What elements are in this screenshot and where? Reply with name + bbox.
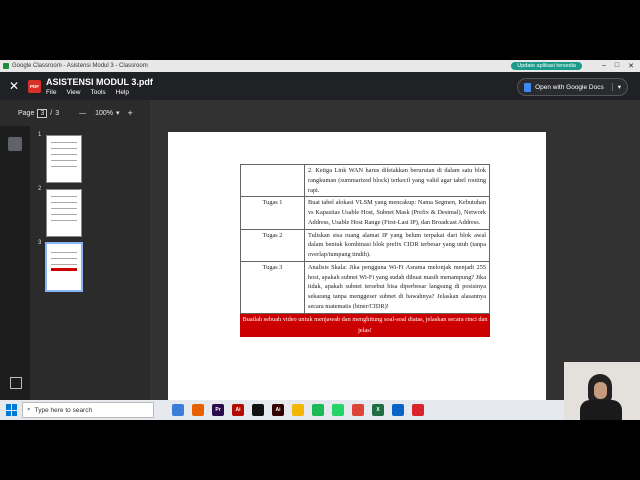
acrobat-icon[interactable]: Ai — [232, 404, 244, 416]
update-app-button[interactable]: Update aplikasi tersedia — [511, 62, 582, 70]
premiere-icon[interactable]: Pr — [212, 404, 224, 416]
search-icon: ⌕ — [27, 406, 31, 413]
thumbnail-number: 3 — [38, 240, 42, 246]
thumbnail-number: 2 — [38, 186, 42, 192]
zoom-out-button[interactable]: — — [79, 110, 86, 117]
task-text: Tuliskan sisa ruang alamat IP yang belum… — [304, 228, 490, 262]
open-with-docs-label: Open with Google Docs — [535, 83, 604, 91]
menu-tools[interactable]: Tools — [90, 89, 105, 96]
webcam-person-face — [594, 382, 607, 399]
pdf-badge-icon: PDF — [28, 79, 41, 93]
task-text: Buat tabel alokasi VLSM yang mencakup: N… — [304, 196, 490, 230]
task-table: 2. Ketiga Link WAN harus diletakkan beru… — [240, 163, 490, 314]
close-viewer-icon[interactable]: ✕ — [0, 79, 28, 93]
open-with-docs-button[interactable]: Open with Google Docs ▾ — [517, 78, 628, 96]
whatsapp-icon[interactable] — [332, 404, 344, 416]
page-thumbnail-1[interactable] — [46, 135, 82, 183]
task-label: Tugas 1 — [240, 196, 305, 230]
table-row: Tugas 3 Analisis Skala: Jika pengguna Wi… — [240, 260, 490, 314]
menu-view[interactable]: View — [66, 89, 80, 96]
page-total: 3 — [55, 109, 60, 117]
minimize-icon[interactable]: – — [602, 62, 606, 70]
viewer-menu: File View Tools Help — [46, 89, 153, 96]
page-label: Page — [18, 109, 35, 117]
menu-help[interactable]: Help — [116, 89, 129, 96]
illustrator-icon[interactable]: Ai — [272, 404, 284, 416]
classroom-rail-icon[interactable] — [8, 137, 22, 151]
task-text: Analisis Skala: Jika pengguna Wi-Fi Asra… — [304, 260, 490, 314]
files-icon[interactable] — [172, 404, 184, 416]
thumbnail-number: 1 — [38, 132, 42, 138]
table-row: Tugas 1 Buat tabel alokasi VLSM yang men… — [240, 196, 490, 230]
maximize-icon[interactable]: □ — [615, 62, 619, 70]
mail-icon[interactable] — [412, 404, 424, 416]
task-label — [240, 163, 305, 198]
browser-tab-title[interactable]: Google Classroom - Asistensi Modul 3 - C… — [12, 63, 511, 69]
pdf-page: 2. Ketiga Link WAN harus diletakkan beru… — [168, 132, 546, 400]
search-placeholder: Type here to search — [34, 406, 93, 414]
close-window-icon[interactable]: ✕ — [628, 62, 634, 70]
explorer-icon[interactable] — [292, 404, 304, 416]
letterbox-bottom — [0, 420, 640, 480]
firefox-icon[interactable] — [192, 404, 204, 416]
browser-title-bar: Google Classroom - Asistensi Modul 3 - C… — [0, 60, 640, 72]
left-rail — [0, 126, 30, 400]
chevron-down-icon[interactable]: ▾ — [611, 83, 621, 91]
task-label: Tugas 3 — [240, 260, 305, 314]
page-thumbnail-2[interactable] — [46, 189, 82, 237]
excel-icon[interactable]: X — [372, 404, 384, 416]
windows-taskbar: ⌕ Type here to search PrAiAiX ◔ ◂ — [0, 400, 640, 420]
outlook-icon[interactable] — [392, 404, 404, 416]
windows-start-icon[interactable] — [6, 404, 18, 416]
capcut-icon[interactable] — [252, 404, 264, 416]
webcam-person-body — [580, 400, 622, 420]
document-title: ASISTENSI MODUL 3.pdf — [46, 76, 153, 87]
spotify-icon[interactable] — [312, 404, 324, 416]
page-thumbnail-3[interactable] — [45, 242, 83, 292]
page-separator: / — [50, 109, 53, 117]
zoom-in-button[interactable]: + — [128, 108, 133, 118]
table-row: Tugas 2 Tuliskan sisa ruang alamat IP ya… — [240, 228, 490, 262]
table-row: 2. Ketiga Link WAN harus diletakkan beru… — [240, 163, 490, 198]
viewer-toolbar: Page 3 / 3 — 100% ▾ + — [0, 100, 640, 126]
docs-icon — [524, 82, 532, 92]
taskbar-apps: Pr Ai Ai X — [168, 404, 428, 416]
zoom-level[interactable]: 100% — [95, 110, 113, 117]
classroom-favicon-icon — [3, 63, 9, 69]
sidebar-toggle-icon[interactable] — [10, 377, 22, 389]
instruction-banner: Buatlah sebuah video untuk menjawab dan … — [240, 314, 490, 337]
taskbar-search-input[interactable]: ⌕ Type here to search — [22, 402, 154, 418]
task-text: 2. Ketiga Link WAN harus diletakkan beru… — [304, 163, 490, 198]
viewer-header: ✕ PDF ASISTENSI MODUL 3.pdf File View To… — [0, 72, 640, 100]
menu-file[interactable]: File — [46, 89, 56, 96]
task-label: Tugas 2 — [240, 228, 305, 262]
letterbox-top — [0, 0, 640, 60]
chrome-icon[interactable] — [352, 404, 364, 416]
page-number-input[interactable]: 3 — [37, 108, 48, 118]
zoom-dropdown-icon[interactable]: ▾ — [116, 109, 120, 117]
